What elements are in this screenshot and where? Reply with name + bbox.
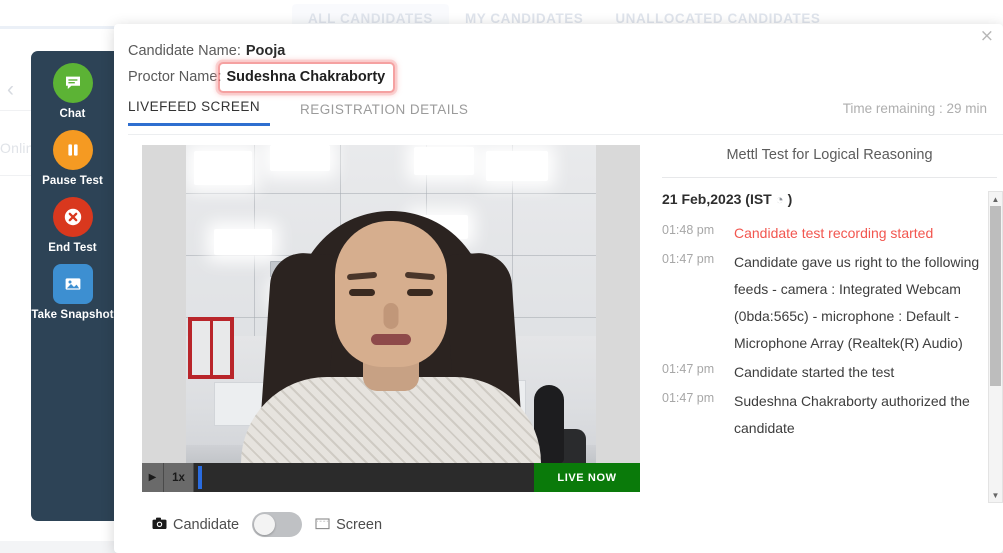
letterbox-left — [142, 145, 186, 463]
back-chevron-icon[interactable]: ‹ — [7, 78, 14, 102]
log-entry-time: 01:47 pm — [662, 391, 715, 405]
list-item: 01:47 pm Candidate gave us right to the … — [662, 249, 997, 357]
scrollbar-thumb[interactable] — [990, 206, 1001, 387]
play-icon[interactable]: ▶ — [142, 463, 164, 492]
eyebrow-left — [346, 271, 378, 281]
feed-option-screen[interactable]: Screen — [315, 517, 382, 533]
candidate-livefeed-modal: × Candidate Name: Pooja Proctor Name: Su… — [114, 24, 1003, 553]
time-remaining-label: Time remaining : 29 min — [842, 101, 987, 116]
sidebar-item-end-test[interactable]: End Test — [31, 197, 114, 254]
sidebar-item-chat[interactable]: Chat — [31, 63, 114, 120]
eyebrow-right — [404, 271, 436, 281]
video-column: ▶ 1x LIVE NOW Candidate Screen — [142, 145, 642, 537]
tab-livefeed-screen[interactable]: LIVEFEED SCREEN — [128, 99, 271, 126]
scroll-down-icon[interactable]: ▼ — [989, 488, 1002, 502]
video-controls: ▶ 1x LIVE NOW — [142, 463, 640, 492]
log-entry-time: 01:47 pm — [662, 252, 715, 266]
proctor-name-value: Sudeshna Chakraborty — [226, 69, 386, 85]
list-item: 01:47 pm Sudeshna Chakraborty authorized… — [662, 388, 997, 442]
sidebar-item-label: End Test — [48, 242, 97, 254]
log-entry-text: Candidate started the test — [734, 364, 895, 380]
proctor-name-row: Proctor Name: Sudeshna Chakraborty — [128, 62, 1003, 93]
lips — [371, 334, 411, 345]
proctor-name-annotation: Sudeshna Chakraborty — [218, 62, 396, 93]
log-date-header: 21 Feb,2023 (IST ◔ ) — [662, 191, 997, 207]
log-entry-text: Candidate test recording started — [734, 225, 934, 241]
feed-screen-label: Screen — [336, 516, 383, 533]
modal-body: ▶ 1x LIVE NOW Candidate Screen Mettl Tes… — [114, 126, 1003, 537]
close-icon[interactable]: × — [980, 28, 994, 45]
eye-left — [349, 289, 375, 296]
log-scrollbar[interactable]: ▲ ▼ — [988, 191, 1003, 503]
modal-header: Candidate Name: Pooja Proctor Name: Sude… — [114, 24, 1003, 93]
feed-candidate-label: Candidate — [173, 516, 240, 533]
ceiling-light — [270, 145, 330, 171]
feed-switch-row: Candidate Screen — [142, 512, 642, 537]
log-entry-text: Candidate gave us right to the following… — [734, 254, 980, 351]
candidate-name-value: Pooja — [245, 43, 286, 59]
close-circle-icon — [52, 197, 93, 237]
ceiling-light — [214, 229, 272, 255]
candidate-video-feed[interactable] — [142, 145, 640, 463]
pause-icon — [52, 130, 93, 170]
log-date-suffix: ) — [787, 191, 793, 207]
list-item: 01:47 pm Candidate started the test — [662, 359, 997, 386]
sidebar-item-label: Pause Test — [42, 175, 103, 187]
live-now-badge[interactable]: LIVE NOW — [534, 463, 640, 492]
image-icon — [52, 264, 93, 304]
playback-speed-button[interactable]: 1x — [164, 463, 194, 492]
list-item: 01:48 pm Candidate test recording starte… — [662, 220, 997, 247]
feed-option-candidate[interactable]: Candidate — [152, 517, 239, 533]
scrollbar-track[interactable] — [989, 206, 1002, 488]
proctor-name-label: Proctor Name: — [128, 69, 222, 85]
candidate-face — [335, 221, 447, 367]
toggle-knob — [254, 514, 276, 535]
camera-icon — [152, 517, 167, 533]
feed-toggle-switch[interactable] — [252, 512, 303, 537]
log-entry-time: 01:48 pm — [662, 223, 715, 237]
clock-icon: ◔ — [775, 191, 784, 207]
letterbox-right — [596, 145, 640, 463]
background-online-label: Onlin — [0, 140, 34, 156]
red-window-frame — [188, 316, 234, 379]
screen-root: ALL CANDIDATES MY CANDIDATES UNALLOCATED… — [0, 0, 1003, 553]
sidebar-item-pause-test[interactable]: Pause Test — [31, 130, 114, 187]
eye-right — [407, 289, 433, 296]
candidate-name-row: Candidate Name: Pooja — [128, 43, 1003, 59]
chat-icon — [52, 63, 93, 103]
log-date-text: 21 Feb,2023 (IST — [662, 191, 772, 207]
nose — [383, 303, 399, 329]
scroll-up-icon[interactable]: ▲ — [989, 192, 1002, 206]
activity-log-panel: Mettl Test for Logical Reasoning 21 Feb,… — [662, 145, 1003, 537]
proctor-action-rail: Chat Pause Test End Test Take Snapshot — [31, 51, 114, 521]
ceiling-light — [414, 147, 474, 175]
video-progress-bar[interactable] — [194, 463, 534, 492]
tab-registration-details[interactable]: REGISTRATION DETAILS — [300, 102, 476, 126]
sidebar-item-label: Chat — [59, 108, 86, 120]
tabs-divider — [128, 134, 1003, 135]
candidate-name-label: Candidate Name: — [128, 43, 241, 59]
log-divider — [662, 177, 997, 178]
log-entry-text: Sudeshna Chakraborty authorized the cand… — [734, 393, 970, 436]
log-entries: 01:48 pm Candidate test recording starte… — [662, 220, 997, 442]
ceiling-light — [194, 151, 252, 185]
video-scene — [186, 145, 596, 463]
sidebar-item-take-snapshot[interactable]: Take Snapshot — [31, 264, 114, 321]
modal-tabs: LIVEFEED SCREEN REGISTRATION DETAILS Tim… — [128, 99, 1003, 126]
ceiling-light — [486, 151, 548, 181]
progress-playhead[interactable] — [198, 466, 202, 489]
screen-icon — [315, 517, 330, 533]
sidebar-item-label: Take Snapshot — [31, 309, 114, 321]
test-title: Mettl Test for Logical Reasoning — [726, 147, 933, 163]
log-entry-time: 01:47 pm — [662, 362, 715, 376]
